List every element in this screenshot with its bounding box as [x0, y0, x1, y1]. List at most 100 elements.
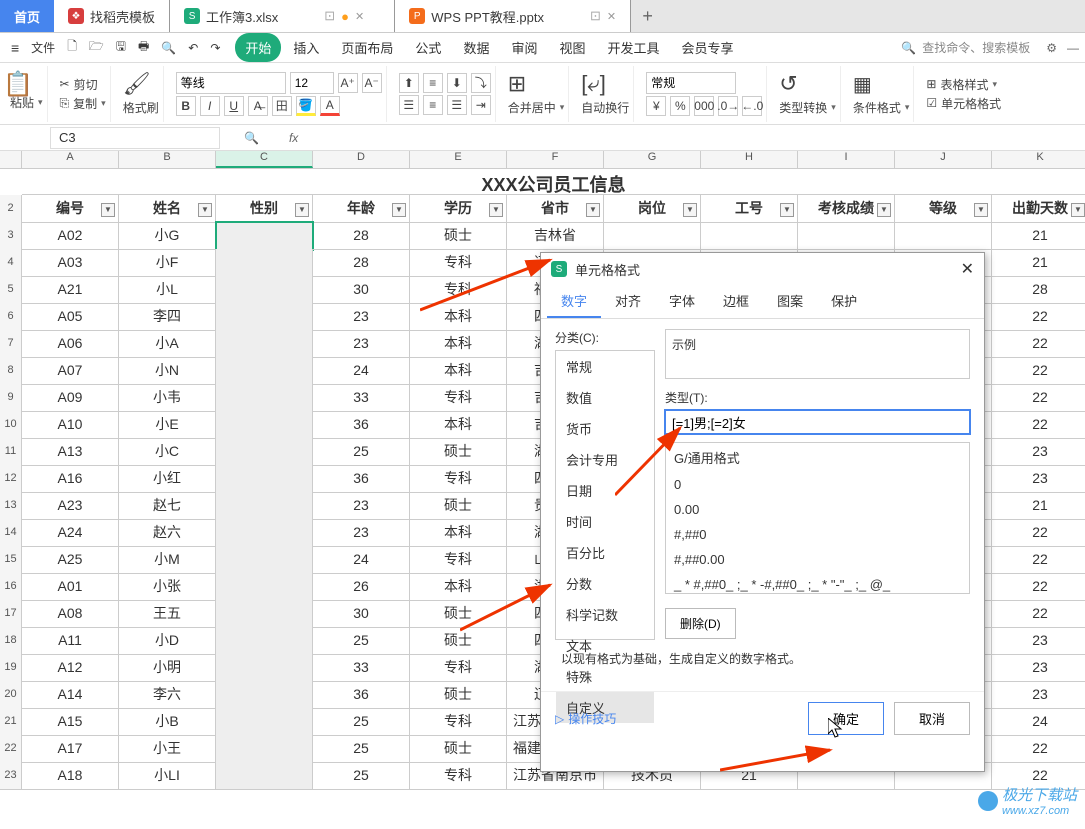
cell[interactable]: A23 [22, 492, 119, 520]
category-item[interactable]: 数值 [556, 382, 654, 413]
cell[interactable] [798, 222, 895, 250]
cell[interactable] [216, 546, 313, 574]
copy-icon[interactable]: ⎘ [60, 96, 70, 111]
col-header[interactable]: F [507, 151, 604, 168]
col-header[interactable]: K [992, 151, 1085, 168]
cellformat-icon[interactable]: ☑ [926, 96, 937, 110]
currency-button[interactable]: ¥ [646, 96, 666, 116]
cell[interactable] [216, 357, 313, 385]
cell[interactable]: 小F [119, 249, 216, 277]
cell[interactable] [701, 222, 798, 250]
bold-button[interactable]: B [176, 96, 196, 116]
row-header[interactable]: 18 [0, 627, 22, 655]
cell[interactable]: 22 [992, 357, 1085, 385]
header-cell[interactable]: 年龄 [313, 195, 410, 223]
cell[interactable]: 小张 [119, 573, 216, 601]
cell[interactable] [216, 249, 313, 277]
dialog-tab[interactable]: 字体 [655, 285, 709, 318]
cell[interactable] [216, 519, 313, 547]
cell[interactable] [216, 762, 313, 790]
cell[interactable]: A08 [22, 600, 119, 628]
font-increase-button[interactable]: A⁺ [338, 73, 358, 93]
cell[interactable]: A05 [22, 303, 119, 331]
header-cell[interactable]: 编号 [22, 195, 119, 223]
name-box[interactable]: C3 [50, 127, 220, 149]
save-icon[interactable]: 🖫 [111, 33, 131, 62]
minimize-icon[interactable]: — [1067, 41, 1079, 55]
cell[interactable]: 李六 [119, 681, 216, 709]
cell[interactable] [216, 384, 313, 412]
row-header[interactable]: 10 [0, 411, 22, 439]
cell[interactable]: 22 [992, 411, 1085, 439]
cell[interactable] [216, 438, 313, 466]
cell[interactable]: 本科 [410, 411, 507, 439]
cell[interactable]: A06 [22, 330, 119, 358]
percent-button[interactable]: % [670, 96, 690, 116]
cell[interactable]: 21 [992, 249, 1085, 277]
cut-icon[interactable]: ✂ [60, 77, 70, 91]
tab-formula[interactable]: 公式 [405, 33, 451, 62]
cell[interactable]: 小G [119, 222, 216, 250]
cell[interactable]: 小韦 [119, 384, 216, 412]
hamburger-icon[interactable]: ≡ [6, 36, 24, 60]
cell[interactable]: 23 [313, 492, 410, 520]
font-name-select[interactable] [176, 72, 286, 94]
header-cell[interactable]: 学历 [410, 195, 507, 223]
cell[interactable]: 硕士 [410, 438, 507, 466]
row-header[interactable]: 11 [0, 438, 22, 466]
row-header[interactable]: 20 [0, 681, 22, 709]
align-middle-button[interactable]: ≡ [423, 73, 443, 93]
row-header[interactable]: 3 [0, 222, 22, 250]
cell[interactable]: 本科 [410, 573, 507, 601]
cell[interactable] [895, 222, 992, 250]
dialog-tab[interactable]: 图案 [763, 285, 817, 318]
align-center-button[interactable]: ≡ [423, 95, 443, 115]
cell[interactable]: A13 [22, 438, 119, 466]
align-bottom-button[interactable]: ⬇ [447, 73, 467, 93]
condformat-icon[interactable]: ▦ [853, 72, 872, 97]
header-cell[interactable]: 岗位 [604, 195, 701, 223]
cell[interactable]: 硕士 [410, 627, 507, 655]
tab-view[interactable]: 视图 [549, 33, 595, 62]
format-item[interactable]: _ * #,##0_ ;_ * -#,##0_ ;_ * "-"_ ;_ @_ [666, 572, 969, 594]
cell[interactable] [216, 330, 313, 358]
cell[interactable] [216, 303, 313, 331]
cell[interactable]: A15 [22, 708, 119, 736]
category-item[interactable]: 百分比 [556, 537, 654, 568]
col-header[interactable]: I [798, 151, 895, 168]
row-header[interactable]: 16 [0, 573, 22, 601]
row-header[interactable]: 8 [0, 357, 22, 385]
cell[interactable] [216, 492, 313, 520]
format-item[interactable]: #,##0 [666, 522, 969, 547]
col-header[interactable]: H [701, 151, 798, 168]
align-top-button[interactable]: ⬆ [399, 73, 419, 93]
row-header[interactable]: 9 [0, 384, 22, 412]
cell[interactable]: 王五 [119, 600, 216, 628]
merge-icon[interactable]: ⊞ [508, 71, 526, 97]
header-cell[interactable]: 省市 [507, 195, 604, 223]
cell[interactable] [216, 735, 313, 763]
row-header[interactable]: 4 [0, 249, 22, 277]
tips-link[interactable]: ▷操作技巧 [555, 710, 616, 727]
open-icon[interactable]: 🗁 [84, 33, 109, 62]
row-header[interactable]: 23 [0, 762, 22, 790]
cell[interactable]: 本科 [410, 330, 507, 358]
cell[interactable]: 小M [119, 546, 216, 574]
cell[interactable]: A07 [22, 357, 119, 385]
tab-template[interactable]: ❖找稻壳模板 [54, 0, 170, 32]
file-menu[interactable]: 文件 [26, 35, 60, 60]
cancel-button[interactable]: 取消 [894, 702, 970, 735]
cell[interactable]: 硕士 [410, 735, 507, 763]
tab-workbook[interactable]: S工作簿3.xlsx⊡●✕ [170, 0, 395, 32]
cell[interactable]: A18 [22, 762, 119, 790]
cell[interactable]: A24 [22, 519, 119, 547]
col-header[interactable]: G [604, 151, 701, 168]
cell[interactable]: 33 [313, 654, 410, 682]
type-input[interactable] [665, 410, 970, 434]
underline-button[interactable]: U [224, 96, 244, 116]
cell[interactable]: 25 [313, 438, 410, 466]
cell[interactable]: 赵六 [119, 519, 216, 547]
cell[interactable]: 小L [119, 276, 216, 304]
cell[interactable]: 30 [313, 600, 410, 628]
cell[interactable]: 22 [992, 600, 1085, 628]
